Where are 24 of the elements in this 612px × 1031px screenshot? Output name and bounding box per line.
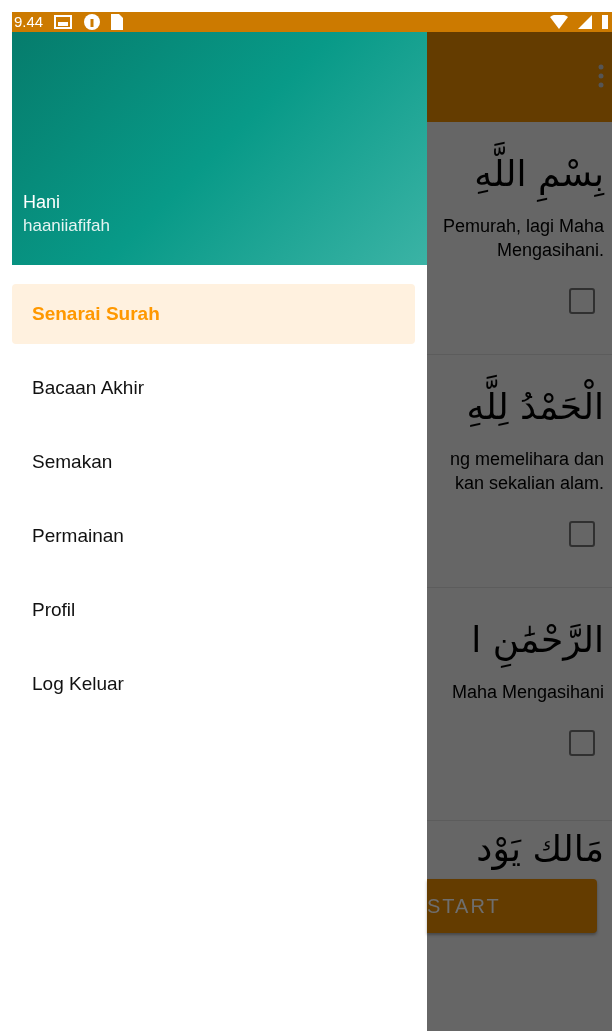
verse-checkbox[interactable] <box>569 288 595 314</box>
drawer-menu-item[interactable]: Permainan <box>12 506 415 566</box>
more-options-icon[interactable] <box>598 64 604 88</box>
drawer-menu-item[interactable]: Profil <box>12 580 415 640</box>
arabic-verse: مَالك يَوْد <box>476 827 604 872</box>
verse-translation: Maha Mengasihani <box>451 681 604 704</box>
user-name: Hani <box>23 191 62 214</box>
drawer-menu-item[interactable]: Log Keluar <box>12 654 415 714</box>
user-username: haaniiafifah <box>23 215 111 237</box>
arabic-verse: الْحَمْدُ لِلَّهِ <box>466 375 604 439</box>
verse-translation: ng memelihara dan kan sekalian alam. <box>449 448 604 495</box>
drawer-menu-item[interactable]: Bacaan Akhir <box>12 358 415 418</box>
arabic-verse: الرَّحْمَٰنِ ا <box>471 608 604 672</box>
arabic-verse: بِسْمِ اللَّهِ <box>474 142 604 206</box>
status-time: 9.44 <box>14 12 44 32</box>
image-icon <box>53 14 74 30</box>
verse-checkbox[interactable] <box>569 730 595 756</box>
battery-icon <box>602 15 608 29</box>
verse-checkbox[interactable] <box>569 521 595 547</box>
drawer-menu-item[interactable]: Semakan <box>12 432 415 492</box>
wifi-icon <box>550 15 568 29</box>
verse-translation: Pemurah, lagi Maha Mengasihani. <box>442 215 604 262</box>
signal-icon <box>578 15 592 29</box>
sim-card-icon <box>111 14 124 30</box>
